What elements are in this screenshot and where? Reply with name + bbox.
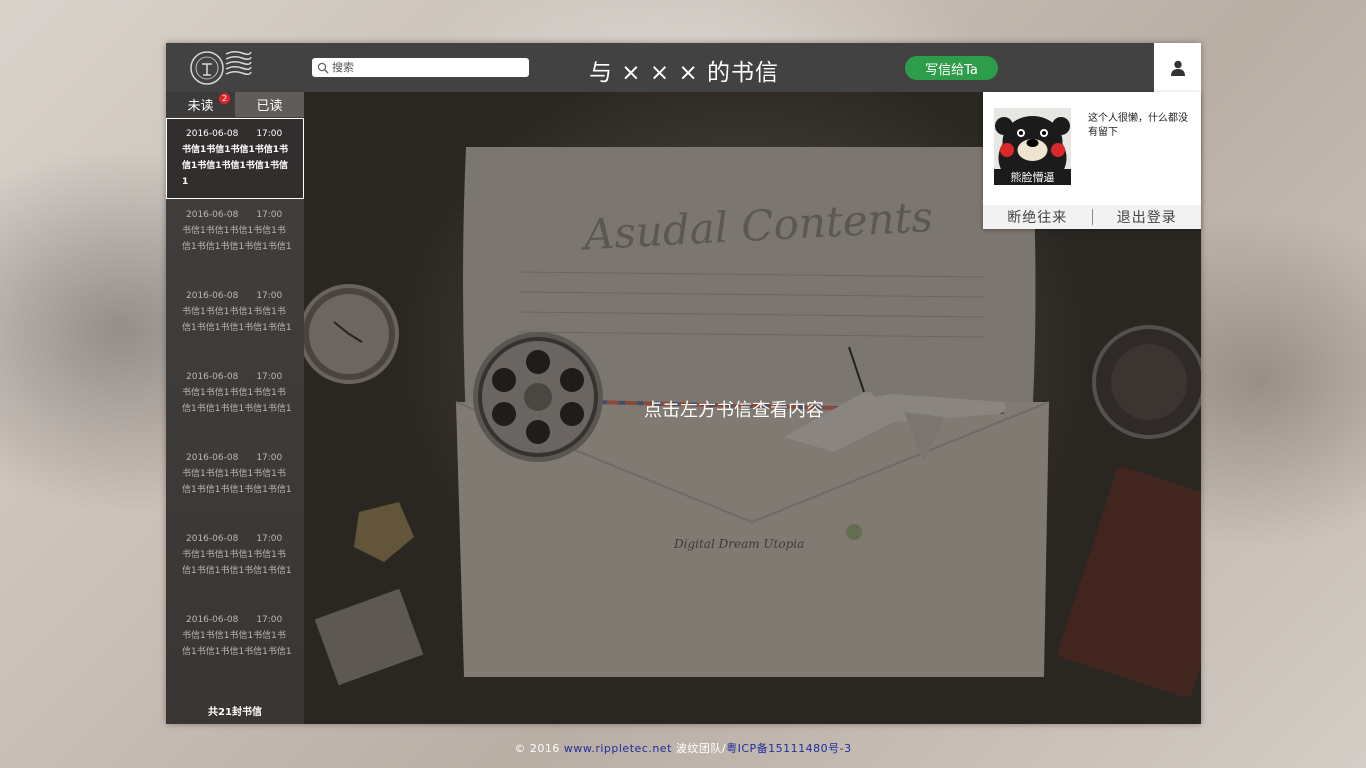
- letter-date: 2016-06-08: [186, 209, 239, 220]
- letter-preview: 书信1书信1书信1书信1书信1书信1书信1书信1书信1: [182, 469, 292, 495]
- search-icon: [317, 62, 329, 73]
- letter-time: 17:00: [256, 128, 283, 139]
- tab-read-label: 已读: [256, 99, 283, 114]
- letter-list: 2016-06-08 17:00 书信1书信1书信1书信1书信1书信1书信1书信1…: [166, 118, 304, 685]
- user-menu-button[interactable]: [1154, 43, 1201, 92]
- user-profile-popup: 熊脸懵逼 这个人很懒，什么都没有留下 断绝往来 退出登录: [983, 92, 1201, 229]
- user-bio: 这个人很懒，什么都没有留下: [1088, 113, 1188, 138]
- letter-sidebar: 未读 2 已读 2016-06-08 17:00 书信1书信1书信1书信1书信1书…: [166, 92, 304, 724]
- letter-date: 2016-06-08: [186, 533, 239, 544]
- letter-preview: 书信1书信1书信1书信1书信1书信1书信1书信1书信1: [182, 145, 289, 187]
- letter-item[interactable]: 2016-06-08 17:00 书信1书信1书信1书信1书信1书信1书信1书信1…: [166, 604, 304, 685]
- user-icon: [1170, 60, 1185, 76]
- letter-date: 2016-06-08: [186, 128, 239, 139]
- letter-date: 2016-06-08: [186, 452, 239, 463]
- search-input[interactable]: [332, 61, 512, 74]
- letter-preview: 书信1书信1书信1书信1书信1书信1书信1书信1书信1: [182, 226, 292, 252]
- letter-date: 2016-06-08: [186, 290, 239, 301]
- avatar-caption: 熊脸懵逼: [1011, 170, 1055, 184]
- letter-time: 17:00: [256, 290, 283, 301]
- popup-actions: 断绝往来 退出登录: [983, 205, 1201, 229]
- page-title: 与 × × × 的书信: [588, 60, 780, 86]
- avatar: 熊脸懵逼: [994, 108, 1071, 185]
- logout-button[interactable]: 退出登录: [1093, 207, 1202, 227]
- letter-time: 17:00: [256, 614, 283, 625]
- letter-item[interactable]: 2016-06-08 17:00 书信1书信1书信1书信1书信1书信1书信1书信1…: [166, 118, 304, 199]
- icp-link[interactable]: 粤ICP备15111480号-3: [726, 742, 852, 755]
- write-letter-button[interactable]: 写信给Ta: [905, 56, 998, 80]
- letter-preview: 书信1书信1书信1书信1书信1书信1书信1书信1书信1: [182, 307, 292, 333]
- envelope-footer-text: Digital Dream Utopia: [673, 537, 804, 551]
- letter-item[interactable]: 2016-06-08 17:00 书信1书信1书信1书信1书信1书信1书信1书信1…: [166, 361, 304, 442]
- letter-time: 17:00: [256, 371, 283, 382]
- letter-date: 2016-06-08: [186, 371, 239, 382]
- letter-date: 2016-06-08: [186, 614, 239, 625]
- unread-count-badge: 2: [219, 93, 230, 104]
- letter-item[interactable]: 2016-06-08 17:00 书信1书信1书信1书信1书信1书信1书信1书信1…: [166, 442, 304, 523]
- copyright-text: © 2016: [514, 742, 560, 755]
- tab-unread[interactable]: 未读 2: [166, 92, 235, 117]
- letter-time: 17:00: [256, 209, 283, 220]
- search-box[interactable]: [312, 58, 529, 77]
- read-status-tabs: 未读 2 已读: [166, 92, 304, 117]
- letter-item[interactable]: 2016-06-08 17:00 书信1书信1书信1书信1书信1书信1书信1书信1…: [166, 280, 304, 361]
- postmark-logo[interactable]: [188, 48, 252, 86]
- letter-preview: 书信1书信1书信1书信1书信1书信1书信1书信1书信1: [182, 550, 292, 576]
- letter-preview: 书信1书信1书信1书信1书信1书信1书信1书信1书信1: [182, 631, 292, 657]
- letter-time: 17:00: [256, 533, 283, 544]
- letter-time: 17:00: [256, 452, 283, 463]
- team-text: 波纹团队/: [675, 742, 727, 755]
- tab-read[interactable]: 已读: [235, 92, 304, 117]
- site-link[interactable]: www.rippletec.net: [564, 742, 672, 755]
- letter-total-count: 共21封书信: [208, 707, 262, 718]
- empty-state-prompt: 点击左方书信查看内容: [644, 400, 824, 421]
- header-bar: 与 × × × 的书信 写信给Ta: [166, 43, 1201, 92]
- tab-unread-label: 未读: [187, 99, 214, 114]
- letter-preview: 书信1书信1书信1书信1书信1书信1书信1书信1书信1: [182, 388, 292, 414]
- block-contact-button[interactable]: 断绝往来: [983, 207, 1092, 227]
- letter-item[interactable]: 2016-06-08 17:00 书信1书信1书信1书信1书信1书信1书信1书信1…: [166, 523, 304, 604]
- page-footer: © 2016 www.rippletec.net 波纹团队/粤ICP备15111…: [0, 740, 1366, 756]
- letter-item[interactable]: 2016-06-08 17:00 书信1书信1书信1书信1书信1书信1书信1书信1…: [166, 199, 304, 280]
